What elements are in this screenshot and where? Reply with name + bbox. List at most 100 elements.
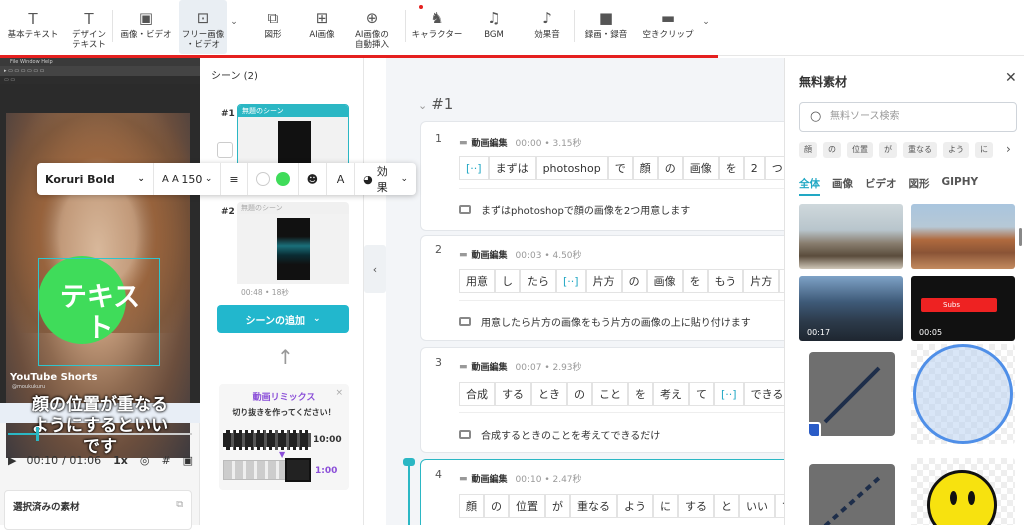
effects-button[interactable]: ◕ 効果 ⌄ [355, 163, 416, 195]
font-select[interactable]: Koruri Bold ⌄ [37, 163, 154, 195]
material-shape-circle[interactable] [911, 344, 1015, 444]
toolbar-character[interactable]: ♞ キャラクター [406, 0, 468, 54]
word-chip[interactable]: が [545, 494, 570, 518]
keyword-tag[interactable]: 顔 [799, 142, 817, 158]
word-chip[interactable]: もう [707, 269, 744, 293]
toolbar-empty-clip[interactable]: ▬ 空きクリップ [637, 0, 699, 54]
keyword-tag[interactable]: よう [943, 142, 969, 158]
word-chip[interactable]: [··] [556, 269, 586, 293]
toolbar-sound-effect[interactable]: ♪ 効果音 [520, 0, 574, 54]
tab-videos[interactable]: ビデオ [865, 176, 897, 196]
line-spacing-button[interactable]: ≡ [221, 163, 248, 195]
word-chip[interactable]: とき [531, 382, 567, 406]
word-chip[interactable]: の [484, 494, 509, 518]
word-chip[interactable]: photoshop [535, 156, 608, 180]
search-input[interactable]: ○ 無料ソース検索 [799, 102, 1017, 132]
play-icon[interactable]: ▶ [8, 454, 16, 467]
word-chip[interactable]: 画像 [682, 156, 719, 180]
snapshot-icon[interactable]: ◎ [140, 454, 150, 467]
word-chip[interactable]: に [653, 494, 678, 518]
word-chip[interactable]: です [775, 494, 784, 518]
scene-card-2[interactable]: 無題のシーン 00:48 • 18秒 [237, 202, 349, 301]
word-chip[interactable]: [··] [459, 156, 489, 180]
row-subtitle[interactable]: 用意したら片方の画像をもう片方の画像の上に貼り付けます [459, 314, 751, 329]
grid-icon[interactable]: # [161, 454, 170, 467]
toolbar-ai-insert[interactable]: ⊕ AI画像の 自動挿入 [339, 0, 405, 54]
word-chip[interactable]: たら [520, 269, 556, 293]
collapse-panel-button[interactable]: ‹ [364, 245, 386, 293]
script-row[interactable]: 2 ▬ 動画編集 00:03 • 4.50秒 用意したら [··] 片方の画像をもう 片方… [420, 235, 784, 341]
material-thumb-video[interactable]: 00:17 [799, 276, 903, 341]
keyword-tag[interactable]: 位置 [847, 142, 873, 158]
keyword-tag[interactable]: 重なる [903, 142, 937, 158]
subtitle-icon[interactable]: ▣ [183, 454, 193, 467]
word-chip[interactable]: を [682, 269, 708, 293]
word-chip[interactable]: 片方 [585, 269, 622, 293]
scrollbar[interactable] [1019, 228, 1022, 246]
text-style-button[interactable]: Ａ [327, 163, 356, 195]
material-thumb-image[interactable] [911, 204, 1015, 269]
material-emoji[interactable] [911, 458, 1015, 525]
word-chip[interactable]: 用意 [459, 269, 495, 293]
word-chip[interactable]: 位置 [509, 494, 545, 518]
word-chip[interactable]: 画像 [646, 269, 683, 293]
open-external-icon[interactable]: ⧉ [176, 499, 183, 510]
word-chip[interactable]: する [678, 494, 714, 518]
font-size-select[interactable]: A A 150 ⌄ [154, 163, 222, 195]
toolbar-record[interactable]: ■ 録画・録音 [575, 0, 637, 54]
word-chip[interactable]: 重なる [570, 494, 617, 518]
tab-giphy[interactable]: GIPHY [942, 176, 979, 196]
word-chip[interactable]: する [495, 382, 531, 406]
material-shape-line[interactable] [809, 352, 895, 436]
speed-button[interactable]: 1x [113, 454, 128, 467]
script-row[interactable]: 3 ▬ 動画編集 00:07 • 2.93秒 合成 する ときのことを考えて [··] でき… [420, 347, 784, 453]
toolbar-ai-image[interactable]: ⊞ AI画像 [305, 0, 339, 54]
tab-all[interactable]: 全体 [799, 176, 820, 196]
emoji-button[interactable]: ☻ [299, 163, 328, 195]
keyword-tag[interactable]: が [879, 142, 897, 158]
section-header[interactable]: ⌄ #1 [418, 95, 453, 113]
word-chip[interactable]: の [621, 269, 647, 293]
word-chip[interactable]: で [607, 156, 633, 180]
word-chip[interactable]: の [567, 382, 592, 406]
toolbar-shapes[interactable]: ⧉ 図形 [241, 0, 305, 54]
word-chip[interactable]: いい [739, 494, 775, 518]
playhead-knob[interactable] [36, 427, 39, 441]
script-row[interactable]: 1 ▬ 動画編集 00:00 • 3.15秒 [··] まずは photoshop で顔の… [420, 121, 784, 231]
word-chip[interactable]: つ [764, 156, 784, 180]
script-row-active[interactable]: 4 ▬動画編集 00:10 • 2.47秒 顔の位置が重なるようにするといいです[… [420, 459, 784, 525]
word-chip[interactable]: まずは [488, 156, 536, 180]
row-subtitle[interactable]: 合成するときのことを考えてできるだけ [459, 427, 660, 442]
word-chip[interactable]: 考え [653, 382, 689, 406]
toolbar-free-media[interactable]: ⊡ フリー画像 ・ビデオ [179, 0, 227, 54]
close-icon[interactable]: × [335, 388, 343, 398]
toolbar-bgm[interactable]: ♫ BGM [468, 0, 520, 54]
material-shape-dashed[interactable] [809, 464, 895, 525]
word-chip[interactable]: て [689, 382, 714, 406]
toolbar-design-text[interactable]: Ｔ デザイン テキスト [66, 0, 112, 54]
word-chip[interactable]: できるだけ [743, 382, 784, 406]
close-icon[interactable]: ✕ [1005, 70, 1017, 86]
tab-images[interactable]: 画像 [832, 176, 853, 196]
keyword-tag[interactable]: の [823, 142, 841, 158]
toolbar-basic-text[interactable]: Ｔ 基本テキスト [0, 0, 66, 54]
timeline-cursor-knob[interactable] [403, 458, 415, 466]
scene-checkbox[interactable] [217, 142, 233, 158]
tab-shapes[interactable]: 図形 [909, 176, 930, 196]
word-chip[interactable]: 顔 [632, 156, 658, 180]
row-subtitle[interactable]: まずはphotoshopで顔の画像を2つ用意します [459, 202, 690, 217]
material-thumb-image[interactable] [799, 204, 903, 269]
overlay-text[interactable]: テキス ト [40, 282, 160, 344]
remix-promo-card[interactable]: × 動画リミックス 切り抜きを作ってください！ 10:00 ▼ 1:00 [219, 384, 349, 490]
add-scene-button[interactable]: シーンの追加 ⌄ [217, 305, 349, 333]
word-chip[interactable]: と [714, 494, 739, 518]
word-chip[interactable]: を [628, 382, 653, 406]
stroke-color-swatch[interactable] [255, 172, 270, 186]
word-chip[interactable]: 合成 [459, 382, 495, 406]
material-thumb-video[interactable]: Subs 00:05 [911, 276, 1015, 341]
word-chip[interactable]: こと [592, 382, 628, 406]
chevron-right-icon[interactable]: › [1006, 142, 1011, 156]
word-chip[interactable]: 顔 [459, 494, 484, 518]
keyword-tag[interactable]: に [975, 142, 993, 158]
fill-color-swatch[interactable] [275, 172, 290, 186]
